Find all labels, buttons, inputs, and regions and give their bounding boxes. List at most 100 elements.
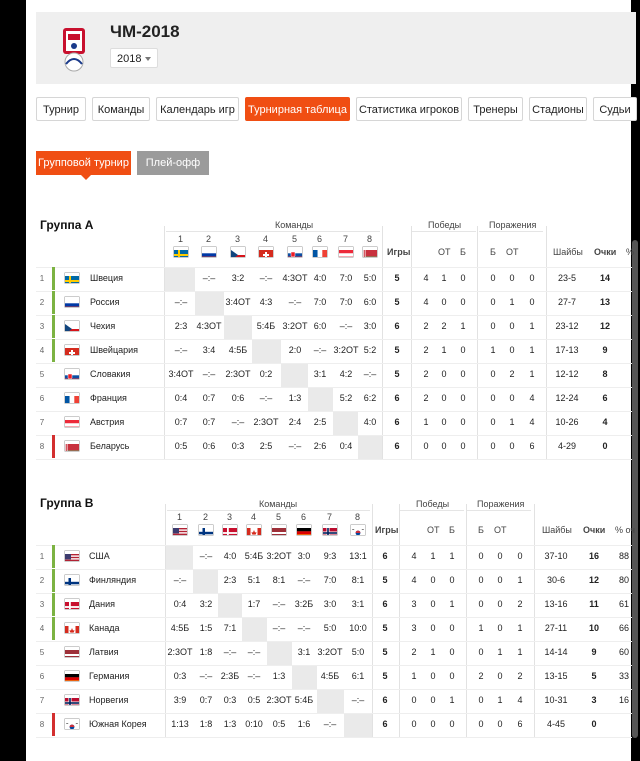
- tab-tournament[interactable]: Турнир: [36, 97, 86, 121]
- team-name[interactable]: Беларусь: [90, 441, 129, 451]
- flag-switzerland-icon: [259, 247, 273, 257]
- wins: 4: [411, 551, 417, 561]
- team-name[interactable]: Франция: [90, 393, 127, 403]
- team-name[interactable]: Чехия: [90, 321, 115, 331]
- team-name[interactable]: Швеция: [90, 273, 123, 283]
- losses: 0: [517, 551, 523, 561]
- flag-usa-icon: [173, 525, 187, 535]
- team-name[interactable]: Швейцария: [90, 345, 138, 355]
- team-name[interactable]: Германия: [89, 671, 129, 681]
- match-result[interactable]: 4:0: [350, 417, 390, 427]
- goals: 27-11: [544, 623, 568, 633]
- group-title: Группа B: [40, 496, 94, 510]
- match-result[interactable]: 4:3ОТ: [189, 321, 229, 331]
- goals: 37-10: [544, 551, 568, 561]
- points: 9: [602, 345, 608, 355]
- losses: 1: [517, 623, 523, 633]
- team-rank: 3: [39, 322, 45, 331]
- column-number: 2: [206, 234, 212, 244]
- team-name[interactable]: Россия: [90, 297, 120, 307]
- losses-ot-header: ОТ: [506, 247, 519, 257]
- goals: 13-15: [544, 671, 568, 681]
- subtab-playoff[interactable]: Плей-офф: [137, 151, 209, 175]
- match-result[interactable]: 6:0: [350, 297, 390, 307]
- team-name[interactable]: Норвегия: [89, 695, 128, 705]
- column-number: 6: [317, 234, 323, 244]
- goals: 4-29: [557, 441, 576, 451]
- losses-ot: 0: [497, 623, 503, 633]
- match-result[interactable]: 0:2: [246, 369, 286, 379]
- match-result[interactable]: 6:2: [350, 393, 390, 403]
- losses-b: 0: [490, 297, 496, 307]
- subtab-group-stage[interactable]: Групповой турнир: [36, 151, 131, 180]
- teams-header-line: [166, 231, 380, 232]
- wins-ot: 0: [441, 369, 447, 379]
- tab-standings[interactable]: Турнирная таблица: [245, 97, 350, 121]
- team-rank: 6: [39, 394, 45, 403]
- losses-header: Поражения: [477, 499, 525, 509]
- match-result[interactable]: 5:0: [350, 273, 390, 283]
- flag-sweden-icon: [65, 273, 79, 283]
- wins-b: 1: [449, 695, 455, 705]
- match-result[interactable]: 3:1: [338, 599, 378, 609]
- tab-calendar[interactable]: Календарь игр: [156, 97, 239, 121]
- match-result[interactable]: 6:1: [338, 671, 378, 681]
- column-number: 5: [292, 234, 298, 244]
- tab-player-stats[interactable]: Статистика игроков: [356, 97, 462, 121]
- match-result[interactable]: –:–: [350, 369, 390, 379]
- tab-referees[interactable]: Судьи: [593, 97, 637, 121]
- goals-header: Шайбы: [553, 247, 583, 257]
- tab-coaches[interactable]: Тренеры: [468, 97, 523, 121]
- scrollbar[interactable]: [632, 240, 638, 738]
- tab-teams[interactable]: Команды: [92, 97, 150, 121]
- column-divider: [546, 226, 547, 459]
- wins: 0: [411, 719, 417, 729]
- flag-germany-icon: [65, 671, 79, 681]
- match-result[interactable]: 5:2: [350, 345, 390, 355]
- wins-ot: 0: [441, 441, 447, 451]
- team-name[interactable]: Южная Корея: [89, 719, 147, 729]
- losses-ot: 2: [509, 369, 515, 379]
- year-select[interactable]: 2018: [110, 48, 158, 68]
- losses-ot: 1: [497, 695, 503, 705]
- flag-switzerland-icon: [65, 345, 79, 355]
- wins-header-line: [400, 510, 464, 511]
- flag-norway-icon: [65, 695, 79, 705]
- row-divider: [36, 315, 632, 316]
- goals: 30-6: [546, 575, 565, 585]
- points-percent: 60: [618, 647, 629, 657]
- team-name[interactable]: Финляндия: [89, 575, 136, 585]
- row-divider: [36, 641, 632, 642]
- games-played: 6: [394, 417, 400, 427]
- row-divider: [36, 713, 632, 714]
- team-name[interactable]: Латвия: [89, 647, 119, 657]
- column-number: 7: [343, 234, 349, 244]
- points: 8: [602, 369, 608, 379]
- match-result[interactable]: 8:1: [338, 575, 378, 585]
- goals: 10-31: [544, 695, 568, 705]
- flag-norway-icon: [323, 525, 337, 535]
- match-result[interactable]: 10:0: [338, 623, 378, 633]
- match-result[interactable]: 5:0: [338, 647, 378, 657]
- row-divider: [36, 665, 632, 666]
- match-result[interactable]: 3:0: [350, 321, 390, 331]
- goals: 10-26: [555, 417, 579, 427]
- flag-finland-icon: [199, 525, 213, 535]
- team-name[interactable]: США: [89, 551, 110, 561]
- games-played: 6: [394, 321, 400, 331]
- wins-ot: 1: [441, 273, 447, 283]
- flag-latvia-icon: [65, 647, 79, 657]
- match-result[interactable]: –:–: [338, 695, 378, 705]
- match-result[interactable]: 13:1: [338, 551, 378, 561]
- team-name[interactable]: Канада: [89, 623, 119, 633]
- tournament-header: ЧМ-2018 2018: [36, 12, 636, 84]
- team-name[interactable]: Словакия: [90, 369, 130, 379]
- group-title: Группа А: [40, 218, 94, 232]
- losses: 6: [529, 441, 535, 451]
- team-name[interactable]: Австрия: [90, 417, 124, 427]
- column-divider: [534, 504, 535, 737]
- column-divider: [477, 226, 478, 459]
- team-name[interactable]: Дания: [89, 599, 115, 609]
- games-played: 5: [394, 297, 400, 307]
- tab-stadiums[interactable]: Стадионы: [529, 97, 587, 121]
